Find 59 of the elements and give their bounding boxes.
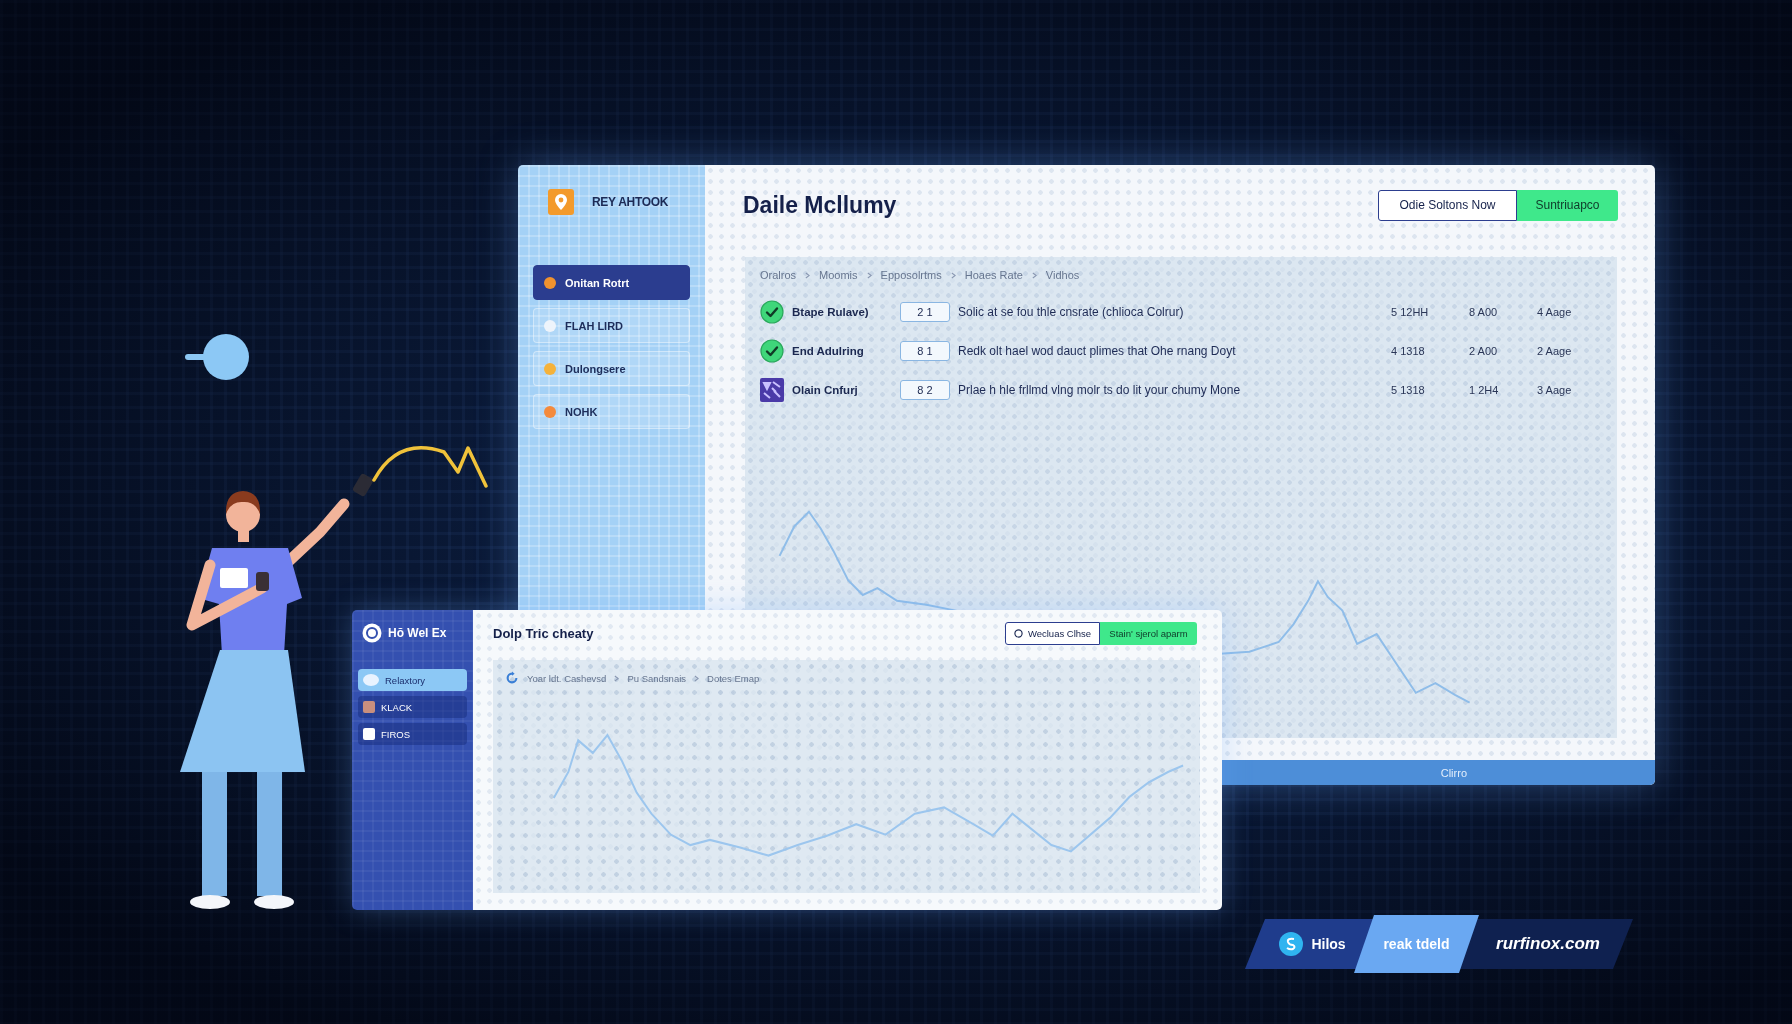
map-pin-icon [548,189,574,215]
sidebar-item[interactable]: FLAH LIRD [533,308,690,343]
breadcrumb-item[interactable]: Oralros [760,269,797,281]
action-button[interactable]: Wecluas Clhse [1005,621,1100,645]
sidebar-item[interactable]: NOHK [533,394,690,429]
row-description: Prlae h hle frllmd vlng molr ts do lit your chumy Mone [958,382,1242,397]
breadcrumb-item[interactable]: Dotes Emap [707,672,760,684]
sidebar-item[interactable]: Onitan Rotrt [533,265,690,300]
count-badge: 8 2 [900,379,950,400]
sidebar-item[interactable]: Dulongsere [533,351,690,386]
breadcrumb-item[interactable]: Moomis [819,269,858,281]
table-cell-text: 4 Aage [1537,305,1573,318]
breadcrumb-item[interactable]: Vidhos [1045,269,1080,281]
breadcrumb-item[interactable]: Pu Sandsnais [627,672,687,684]
row-description: Solic at se fou thle cnsrate (chlioca Colrur) [958,304,1185,319]
page-title: Dolp Tric cheaty [493,625,594,641]
sidebar-item[interactable]: KLACK [358,696,467,718]
app-name: REY AHTOOK [592,195,669,209]
chevron-icon [1031,271,1037,279]
table-cell-text: 8 A00 [1469,305,1499,318]
circle-logo-icon [362,623,382,643]
count-badge: 8 1 [900,340,950,361]
status-bar-text: Clirro [1440,766,1467,779]
sidebar-item[interactable]: Relaxtory [358,669,467,691]
check-circle-icon [760,299,784,324]
knob-icon [185,334,249,380]
table-cell-text: 5 12HH [1391,305,1430,318]
tag-label: reak tdeld [1383,936,1450,952]
table-cell-text: 2 Aage [1537,344,1573,357]
check-circle-icon [760,338,784,363]
chevron-icon [866,271,872,279]
app-name: Hŏ Wel Ex [388,626,447,640]
breadcrumb-item[interactable]: Epposolrtms [880,269,942,281]
tag-label: Hilos [1311,936,1346,952]
table-cell-text: 5 1318 [1391,383,1426,396]
row-title: Olain Cnfurj [792,383,859,396]
action-button[interactable]: Odie Soltons Now [1378,189,1517,221]
chevron-icon [805,271,811,279]
row-title: End Adulring [792,344,865,357]
circle-arrow-icon [505,671,519,685]
table-cell-text: 4 1318 [1391,344,1426,357]
row-title: Btape Rulave) [792,305,870,318]
sidebar-item[interactable]: FIROS [358,723,467,745]
breadcrumb-item[interactable]: Yoar ldt. Cashevsd [527,672,607,684]
pattern-tile-icon [760,377,784,402]
page-title: Daile Mcllumy [743,191,897,219]
tag-label: rurfinox.com [1496,934,1600,954]
count-badge: 2 1 [900,301,950,322]
action-button[interactable]: Suntriuapco [1517,189,1618,221]
chevron-icon [950,271,956,279]
table-cell-text: 2 A00 [1469,344,1499,357]
circle-logo-icon [1279,932,1304,956]
table-cell-text: 1 2H4 [1469,383,1500,396]
chevron-icon [694,674,700,682]
table-cell-text: 3 Aage [1537,383,1573,396]
chevron-icon [614,674,620,682]
action-button[interactable]: Stain' sjerol aparm [1100,621,1197,645]
row-description: Redk olt hael wod dauct plimes that Ohe rnang Doyt [958,343,1237,358]
breadcrumb-item[interactable]: Hoaes Rate [964,269,1023,281]
